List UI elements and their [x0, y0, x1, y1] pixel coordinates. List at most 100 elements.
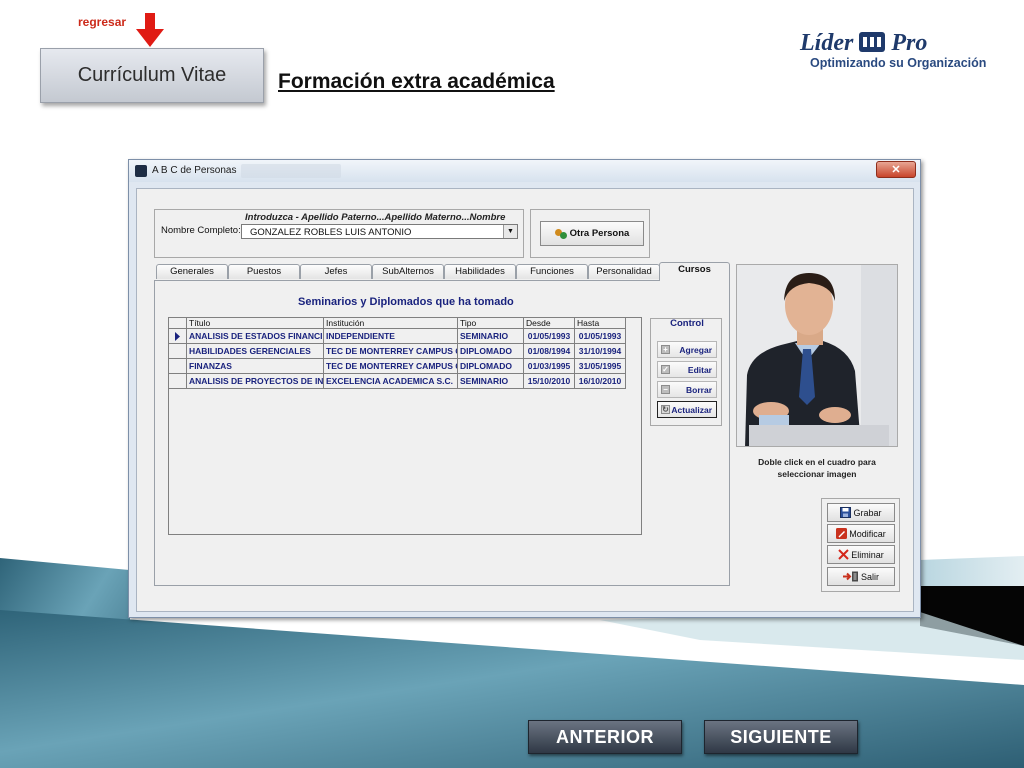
logo-mark-icon — [859, 32, 886, 52]
otra-persona-label: Otra Persona — [569, 228, 630, 239]
close-button[interactable]: ✕ — [876, 161, 916, 178]
full-name-select[interactable]: GONZALEZ ROBLES LUIS ANTONIO ▼ — [241, 224, 518, 239]
photo-caption: Doble click en el cuadro para selecciona… — [733, 456, 901, 480]
column-header-titulo[interactable]: Título — [187, 318, 324, 329]
row-selector[interactable] — [169, 344, 187, 359]
tab-habilidades[interactable]: Habilidades — [444, 264, 516, 279]
table-cell[interactable]: FINANZAS — [187, 359, 324, 374]
otra-persona-group: Otra Persona — [530, 209, 650, 258]
anterior-button[interactable]: ANTERIOR — [528, 720, 682, 754]
delete-x-icon — [838, 549, 849, 560]
logo-name-left: Líder — [800, 30, 854, 56]
person-portrait-image — [737, 265, 897, 446]
tab-personalidad[interactable]: Personalidad — [588, 264, 660, 279]
tab-jefes[interactable]: Jefes — [300, 264, 372, 279]
eliminar-label: Eliminar — [851, 549, 884, 560]
table-cell[interactable]: TEC DE MONTERREY CAMPUS OBREGON — [324, 344, 458, 359]
tab-subalternos[interactable]: SubAlternos — [372, 264, 444, 279]
modificar-button[interactable]: Modificar — [827, 524, 895, 543]
table-cell[interactable]: 01/05/1993 — [524, 329, 575, 344]
table-cell[interactable]: ANALISIS DE PROYECTOS DE INVERSION — [187, 374, 324, 389]
otra-persona-button[interactable]: Otra Persona — [540, 221, 644, 246]
window-titlebar[interactable]: A B C de Personas ✕ — [129, 160, 920, 182]
table-cell[interactable]: DIPLOMADO — [458, 359, 524, 374]
agregar-button[interactable]: + Agregar — [657, 341, 717, 358]
table-cell[interactable]: TEC DE MONTERREY CAMPUS CD — [324, 359, 458, 374]
page-title: Formación extra académica — [278, 70, 555, 93]
borrar-button[interactable]: − Borrar — [657, 381, 717, 398]
borrar-label: Borrar — [686, 385, 712, 395]
control-group: Control + Agregar ✓ Editar − Borrar ↻ Ac… — [650, 318, 722, 426]
agregar-label: Agregar — [679, 345, 712, 355]
faded-window-tab — [241, 164, 341, 178]
table-cell[interactable]: 16/10/2010 — [575, 374, 626, 389]
full-name-value: GONZALEZ ROBLES LUIS ANTONIO — [250, 227, 412, 238]
table-cell[interactable]: INDEPENDIENTE — [324, 329, 458, 344]
actualizar-button[interactable]: ↻ Actualizar — [657, 401, 717, 418]
company-logo: Líder Pro Optimizando su Organización — [796, 28, 986, 76]
table-cell[interactable]: DIPLOMADO — [458, 344, 524, 359]
table-cell[interactable]: 31/10/1994 — [575, 344, 626, 359]
table-cell[interactable]: SEMINARIO — [458, 329, 524, 344]
table-cell[interactable]: 01/05/1993 — [575, 329, 626, 344]
table-cell[interactable]: EXCELENCIA ACADEMICA S.C. — [324, 374, 458, 389]
logo-tagline: Optimizando su Organización — [810, 56, 987, 70]
grabar-label: Grabar — [853, 507, 882, 518]
editar-label: Editar — [687, 365, 712, 375]
minus-icon: − — [661, 385, 670, 394]
exit-door-icon — [842, 571, 858, 582]
edit-icon: ✓ — [661, 365, 670, 374]
tab-puestos[interactable]: Puestos — [228, 264, 300, 279]
photo-caption-line-1: Doble click en el cuadro para — [758, 457, 876, 467]
logo-name-right: Pro — [891, 30, 928, 56]
chevron-down-icon[interactable]: ▼ — [503, 225, 517, 238]
siguiente-button[interactable]: SIGUIENTE — [704, 720, 858, 754]
down-arrow-icon[interactable] — [134, 13, 166, 49]
table-cell[interactable]: ANALISIS DE ESTADOS FINANCIEROS — [187, 329, 324, 344]
eliminar-button[interactable]: Eliminar — [827, 545, 895, 564]
table-cell[interactable]: HABILIDADES GERENCIALES — [187, 344, 324, 359]
tab-funciones[interactable]: Funciones — [516, 264, 588, 279]
photo-caption-line-2: seleccionar imagen — [777, 469, 857, 479]
tab-cursos[interactable]: Cursos — [659, 262, 730, 281]
name-label: Nombre Completo: — [161, 225, 241, 236]
close-icon: ✕ — [891, 164, 901, 176]
row-selector[interactable] — [169, 359, 187, 374]
window-title: A B C de Personas — [152, 165, 237, 176]
cursos-tab-panel: Seminarios y Diplomados que ha tomado Tí… — [154, 280, 730, 586]
table-cell[interactable]: SEMINARIO — [458, 374, 524, 389]
current-row-arrow-icon — [175, 332, 180, 341]
column-header-desde[interactable]: Desde — [524, 318, 575, 329]
back-link[interactable]: regresar — [78, 15, 126, 29]
actualizar-label: Actualizar — [671, 405, 712, 415]
app-icon — [135, 165, 147, 177]
table-cell[interactable]: 31/05/1995 — [575, 359, 626, 374]
column-header-hasta[interactable]: Hasta — [575, 318, 626, 329]
abc-personas-window: A B C de Personas ✕ Introduzca - Apellid… — [128, 159, 921, 618]
curriculum-vitae-button[interactable]: Currículum Vitae — [40, 48, 264, 103]
salir-label: Salir — [860, 571, 879, 582]
logo-wordmark: Líder Pro — [800, 30, 927, 57]
courses-grid[interactable]: Título Institución Tipo Desde Hasta ANAL… — [168, 317, 642, 535]
column-header-institucion[interactable]: Institución — [324, 318, 458, 329]
name-group: Introduzca - Apellido Paterno...Apellido… — [154, 209, 524, 258]
salir-button[interactable]: Salir — [827, 567, 895, 586]
table-cell[interactable]: 15/10/2010 — [524, 374, 575, 389]
action-buttons-group: Grabar Modificar Eliminar Salir — [821, 498, 900, 592]
row-selector[interactable] — [169, 374, 187, 389]
editar-button[interactable]: ✓ Editar — [657, 361, 717, 378]
grabar-button[interactable]: Grabar — [827, 503, 895, 522]
modify-icon — [836, 528, 848, 539]
table-cell[interactable]: 01/03/1995 — [524, 359, 575, 374]
tab-generales[interactable]: Generales — [156, 264, 228, 279]
people-icon — [554, 228, 568, 239]
control-label: Control — [670, 318, 704, 329]
grid-title: Seminarios y Diplomados que ha tomado — [298, 296, 514, 308]
refresh-icon: ↻ — [661, 405, 670, 414]
column-header-tipo[interactable]: Tipo — [458, 318, 524, 329]
person-photo[interactable] — [736, 264, 898, 447]
table-cell[interactable]: 01/08/1994 — [524, 344, 575, 359]
plus-icon: + — [661, 345, 670, 354]
row-selector[interactable] — [169, 329, 187, 344]
modificar-label: Modificar — [849, 528, 886, 539]
